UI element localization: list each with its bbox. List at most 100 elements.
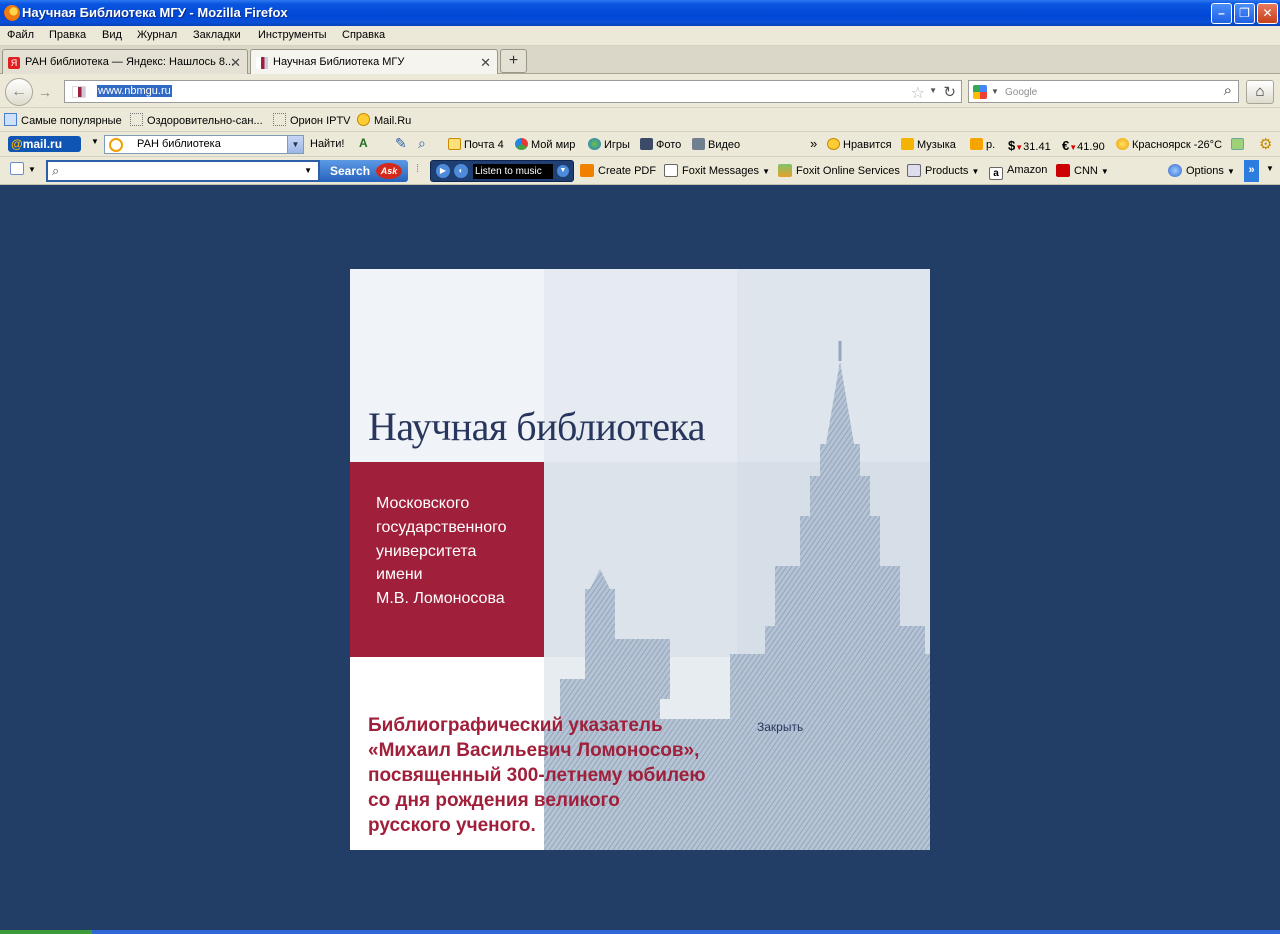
options-gear-icon <box>1168 164 1182 177</box>
menu-help[interactable]: Справка <box>342 29 385 41</box>
more-chevron-icon[interactable]: » <box>810 136 817 151</box>
foxit-messages-label: Foxit Messages <box>682 165 760 177</box>
subtitle-line: имени <box>376 566 423 583</box>
video-button[interactable]: Видео <box>692 138 740 151</box>
menu-history[interactable]: Журнал <box>137 29 177 41</box>
search-button-label: Search <box>330 164 371 178</box>
university-block: Московского государственного университет… <box>350 462 544 657</box>
font-size-icon[interactable]: A <box>359 136 368 150</box>
mailru-search-value: РАН библиотека <box>137 138 221 150</box>
find-button[interactable]: Найти! <box>310 138 344 150</box>
settings-gear-icon[interactable]: ⚙ <box>1259 135 1272 153</box>
tab-nbmgu[interactable]: Научная Библиотека МГУ ✕ <box>250 49 498 75</box>
page-search-icon[interactable]: ⌕ <box>418 135 426 152</box>
down-arrow-icon: ▼ <box>1015 143 1024 152</box>
close-tab-icon[interactable]: ✕ <box>230 55 241 71</box>
weather-button[interactable]: Красноярск -26°C <box>1116 138 1222 151</box>
url-bar[interactable]: www.nbmgu.ru ☆ ▼ ↻ <box>64 80 962 103</box>
close-window-button[interactable]: ✕ <box>1257 3 1278 24</box>
usd-value: 31.41 <box>1023 141 1051 153</box>
bib-line: со дня рождения великого <box>368 790 620 811</box>
menu-bookmarks[interactable]: Закладки <box>193 29 241 41</box>
home-button[interactable]: ⌂ <box>1246 80 1274 104</box>
dropdown-icon[interactable]: ▼ <box>287 136 303 153</box>
highlight-pen-icon[interactable]: ✎ <box>395 135 407 152</box>
map-icon <box>1231 138 1244 150</box>
menu-edit[interactable]: Правка <box>49 29 86 41</box>
close-tab-icon[interactable]: ✕ <box>480 55 491 71</box>
rub-button[interactable]: р. <box>970 138 995 151</box>
photo-label: Фото <box>656 139 682 151</box>
foxit-messages-button[interactable]: Foxit Messages ▼ <box>664 164 770 177</box>
myworld-label: Мой мир <box>531 139 576 151</box>
games-button[interactable]: Игры <box>588 138 630 151</box>
navigation-bar: ← → www.nbmgu.ru ☆ ▼ ↻ ▼ Google ⌕ ⌂ <box>0 74 1280 108</box>
map-button[interactable] <box>1231 138 1247 151</box>
bookmark-health[interactable]: Оздоровительно-сан... <box>130 113 263 127</box>
mailru-icon <box>827 138 840 150</box>
toolbar-overflow-button[interactable]: » <box>1244 160 1259 182</box>
music-dropdown-icon[interactable]: ▼ <box>557 165 569 177</box>
photo-button[interactable]: Фото <box>640 138 681 151</box>
ask-notes-icon[interactable]: ▼ <box>10 162 36 175</box>
foxit-online-button[interactable]: Foxit Online Services <box>778 164 900 177</box>
site-identity-icon[interactable] <box>72 86 86 98</box>
volume-icon[interactable]: ◐ <box>454 164 468 178</box>
amazon-icon: a <box>989 167 1003 180</box>
notes-icon <box>10 162 24 175</box>
mailru-logo[interactable]: @mail.ru <box>8 136 81 152</box>
subtitle-line: М.В. Ломоносова <box>376 590 505 607</box>
minimize-button[interactable]: – <box>1211 3 1232 24</box>
cnn-button[interactable]: CNN ▼ <box>1056 164 1109 177</box>
bookmark-most-visited[interactable]: Самые популярные <box>4 113 122 127</box>
usd-rate[interactable]: $▼31.41 <box>1008 138 1051 153</box>
search-bar[interactable]: ▼ Google ⌕ <box>968 80 1239 103</box>
amazon-button[interactable]: a Amazon <box>989 164 1047 180</box>
music-button[interactable]: Музыка <box>901 138 956 151</box>
mailru-menu-dropdown-icon[interactable]: ▼ <box>91 137 99 146</box>
options-button[interactable]: Options ▼ <box>1168 164 1235 177</box>
start-button[interactable] <box>0 930 92 934</box>
ask-search-button[interactable]: Search Ask <box>320 160 408 182</box>
search-placeholder: Google <box>1005 87 1038 98</box>
library-splash: Научная библиотека Московского государст… <box>350 269 930 850</box>
search-icon[interactable]: ⌕ <box>1224 82 1232 99</box>
page-content: Научная библиотека Московского государст… <box>0 186 1280 930</box>
rub-label: р. <box>986 139 996 151</box>
tab-yandex[interactable]: Я РАН библиотека — Яндекс: Нашлось 8... … <box>2 49 248 74</box>
toolbar-menu-dropdown-icon[interactable]: ▼ <box>1266 164 1274 173</box>
eur-rate[interactable]: €▼41.90 <box>1062 138 1105 153</box>
google-engine-icon[interactable] <box>973 85 987 99</box>
bookmark-mailru[interactable]: Mail.Ru <box>357 113 411 127</box>
firefox-logo-icon <box>4 5 20 21</box>
create-pdf-button[interactable]: Create PDF <box>580 164 656 177</box>
bookmark-orion[interactable]: Орион IPTV <box>273 113 351 127</box>
engine-dropdown-icon[interactable]: ▼ <box>991 87 999 96</box>
mail-button[interactable]: Почта 4 <box>448 138 504 151</box>
history-dropdown-icon[interactable]: ▼ <box>929 86 937 95</box>
likes-label: Нравится <box>843 139 892 151</box>
bookmark-star-icon[interactable]: ☆ <box>911 83 925 103</box>
ask-toolbar: ▼ ⌕ ▼ Search Ask ⁞ ▶ ◐ Listen to music ▼… <box>0 157 1280 185</box>
products-label: Products <box>925 165 969 177</box>
music-player[interactable]: ▶ ◐ Listen to music ▼ <box>430 160 574 182</box>
ask-search-input[interactable]: ⌕ ▼ <box>46 160 320 182</box>
likes-button[interactable]: Нравится <box>827 138 892 151</box>
forward-button[interactable]: → <box>34 82 56 102</box>
menu-file[interactable]: Файл <box>7 29 34 41</box>
bookmark-label: Mail.Ru <box>374 115 412 127</box>
dropdown-icon[interactable]: ▼ <box>304 166 312 175</box>
back-button[interactable]: ← <box>5 78 33 106</box>
mailru-search-input[interactable]: РАН библиотека ▼ <box>104 135 304 154</box>
myworld-button[interactable]: Мой мир <box>515 138 575 151</box>
new-tab-button[interactable]: + <box>500 49 527 73</box>
reload-icon[interactable]: ↻ <box>943 83 956 101</box>
products-button[interactable]: Products ▼ <box>907 164 979 177</box>
menu-view[interactable]: Вид <box>102 29 122 41</box>
menu-tools[interactable]: Инструменты <box>258 29 327 41</box>
url-text[interactable]: www.nbmgu.ru <box>97 85 172 97</box>
close-link[interactable]: Закрыть <box>757 720 803 734</box>
play-icon[interactable]: ▶ <box>436 164 450 178</box>
most-visited-icon <box>4 113 17 126</box>
maximize-button[interactable]: ❐ <box>1234 3 1255 24</box>
